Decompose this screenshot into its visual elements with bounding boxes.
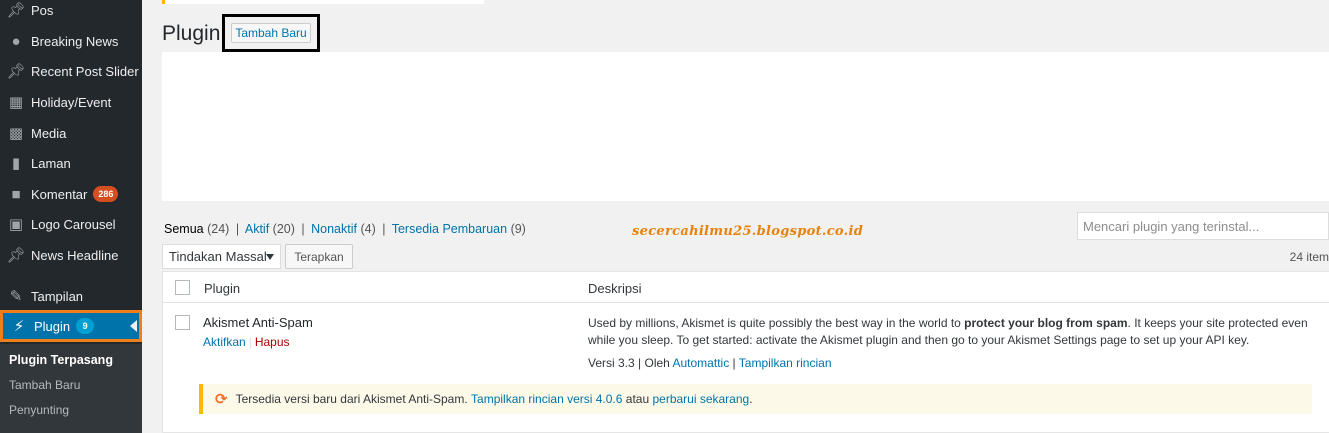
filter-inactive[interactable]: Nonaktif xyxy=(311,222,357,236)
plugin-name: Akismet Anti-Spam xyxy=(203,315,313,330)
plugin-icon: ⚡ xyxy=(13,318,25,335)
sidebar-item-label: Recent Post Slider xyxy=(31,63,139,79)
image-icon: ▣ xyxy=(8,216,24,233)
page-icon: ▮ xyxy=(11,155,21,172)
sidebar-item-komentar[interactable]: ■ Komentar 286 xyxy=(0,180,142,208)
bulk-actions-select[interactable]: Tindakan Massal xyxy=(162,244,281,269)
sidebar-item-label: Logo Carousel xyxy=(31,216,116,232)
filter-separator: | xyxy=(235,222,240,236)
plugin-description: Used by millions, Akismet is quite possi… xyxy=(588,315,1323,349)
media-icon: ▩ xyxy=(8,125,24,142)
sidebar-item-recent-post-slider[interactable]: 📌︎ Recent Post Slider xyxy=(0,57,142,85)
description-emphasis: protect your blog from spam xyxy=(964,316,1128,330)
plugin-meta: Versi 3.3 | Oleh Automattic | Tampilkan … xyxy=(588,356,832,370)
blank-panel xyxy=(162,52,1329,201)
brush-icon: ✎ xyxy=(9,288,23,305)
meta-separator: | xyxy=(729,356,739,370)
view-version-details-link[interactable]: Tampilkan rincian versi 4.0.6 xyxy=(471,392,622,406)
lightbulb-icon: ● xyxy=(11,32,21,50)
sidebar-item-plugin[interactable]: ⚡ Plugin 9 xyxy=(0,310,142,342)
sidebar-item-logo-carousel[interactable]: ▣ Logo Carousel xyxy=(0,210,142,238)
current-menu-arrow xyxy=(130,320,137,332)
plugins-table: Plugin Deskripsi Akismet Anti-Spam Aktif… xyxy=(162,271,1329,433)
submenu-penyunting[interactable]: Penyunting xyxy=(9,403,69,417)
filter-count: (20) xyxy=(272,222,295,236)
sidebar-item-label: Media xyxy=(31,125,67,141)
sidebar-item-label: Tampilan xyxy=(31,288,84,304)
pin-icon: 📌︎ xyxy=(6,2,26,19)
filter-all[interactable]: Semua xyxy=(164,222,204,236)
bulk-actions-value: Tindakan Massal xyxy=(169,249,267,264)
apply-button[interactable]: Terapkan xyxy=(285,244,353,269)
update-notice: ⟳ Tersedia versi baru dari Akismet Anti-… xyxy=(199,384,1312,414)
table-header: Plugin Deskripsi xyxy=(163,272,1329,303)
action-separator: | xyxy=(248,335,252,349)
sidebar-item-media[interactable]: ▩ Media xyxy=(0,119,142,147)
filter-count: (24) xyxy=(207,222,230,236)
chevron-down-icon xyxy=(266,254,274,260)
add-new-highlight: Tambah Baru xyxy=(222,14,320,52)
comment-count-badge: 286 xyxy=(93,186,119,202)
submenu-tambah-baru[interactable]: Tambah Baru xyxy=(9,378,80,392)
sidebar-item-holiday-event[interactable]: ▦ Holiday/Event xyxy=(0,88,142,116)
filter-separator: | xyxy=(382,222,386,236)
plugin-submenu: Plugin Terpasang Tambah Baru Penyunting xyxy=(0,344,142,433)
description-text: Used by millions, Akismet is quite possi… xyxy=(588,316,965,330)
delete-link[interactable]: Hapus xyxy=(255,335,290,349)
update-notice-text: . xyxy=(749,392,753,406)
pin-icon: 📌︎ xyxy=(6,247,26,264)
update-notice-text: Tersedia versi baru dari Akismet Anti-Sp… xyxy=(235,392,468,406)
filter-separator: | xyxy=(301,222,305,236)
calendar-icon: ▦ xyxy=(8,94,24,111)
column-header-plugin[interactable]: Plugin xyxy=(204,281,240,296)
plugin-update-badge: 9 xyxy=(76,318,95,334)
sidebar-item-label: Laman xyxy=(31,155,71,171)
watermark-text: secercahilmu25.blogspot.co.id xyxy=(632,224,864,239)
submenu-plugin-terpasang[interactable]: Plugin Terpasang xyxy=(9,353,113,367)
comment-icon: ■ xyxy=(11,185,21,203)
sidebar-item-label: Holiday/Event xyxy=(31,94,112,110)
sidebar-item-laman[interactable]: ▮ Laman xyxy=(0,149,142,177)
update-icon: ⟳ xyxy=(215,391,228,408)
item-count: 24 item xyxy=(1289,250,1329,264)
row-checkbox[interactable] xyxy=(175,315,190,330)
admin-sidebar: 📌︎ Pos ● Breaking News 📌︎ Recent Post Sl… xyxy=(0,0,142,433)
sidebar-item-news-headline[interactable]: 📌︎ News Headline xyxy=(0,241,142,269)
search-plugins-input[interactable] xyxy=(1077,212,1329,240)
sidebar-item-label: News Headline xyxy=(31,247,119,263)
sidebar-item-breaking-news[interactable]: ● Breaking News xyxy=(0,27,142,55)
sidebar-item-label: Plugin xyxy=(34,318,71,334)
pin-icon: 📌︎ xyxy=(6,63,26,80)
author-link[interactable]: Automattic xyxy=(673,356,730,370)
filter-updates[interactable]: Tersedia Pembaruan xyxy=(392,222,507,236)
filter-count: (4) xyxy=(360,222,376,236)
sidebar-item-label: Komentar xyxy=(31,186,88,202)
plugin-status-filters: Semua (24) | Aktif (20) | Nonaktif (4) |… xyxy=(164,222,526,236)
activate-link[interactable]: Aktifkan xyxy=(203,335,246,349)
view-details-link[interactable]: Tampilkan rincian xyxy=(739,356,832,370)
top-notice-strip xyxy=(162,0,484,4)
sidebar-item-pos[interactable]: 📌︎ Pos xyxy=(0,0,142,24)
column-header-description: Deskripsi xyxy=(588,281,642,296)
select-all-checkbox[interactable] xyxy=(175,280,190,295)
sidebar-item-label: Pos xyxy=(31,2,54,18)
sidebar-item-label: Breaking News xyxy=(31,33,119,49)
plugin-version: Versi 3.3 | Oleh xyxy=(588,356,673,370)
row-actions: Aktifkan | Hapus xyxy=(203,335,290,349)
update-now-link[interactable]: perbarui sekarang xyxy=(652,392,749,406)
page-title: Plugin xyxy=(162,22,221,45)
filter-count: (9) xyxy=(510,222,526,236)
update-notice-text: atau xyxy=(622,392,653,406)
sidebar-item-tampilan[interactable]: ✎ Tampilan xyxy=(0,282,142,310)
filter-active[interactable]: Aktif xyxy=(245,222,269,236)
add-new-button[interactable]: Tambah Baru xyxy=(231,23,311,43)
